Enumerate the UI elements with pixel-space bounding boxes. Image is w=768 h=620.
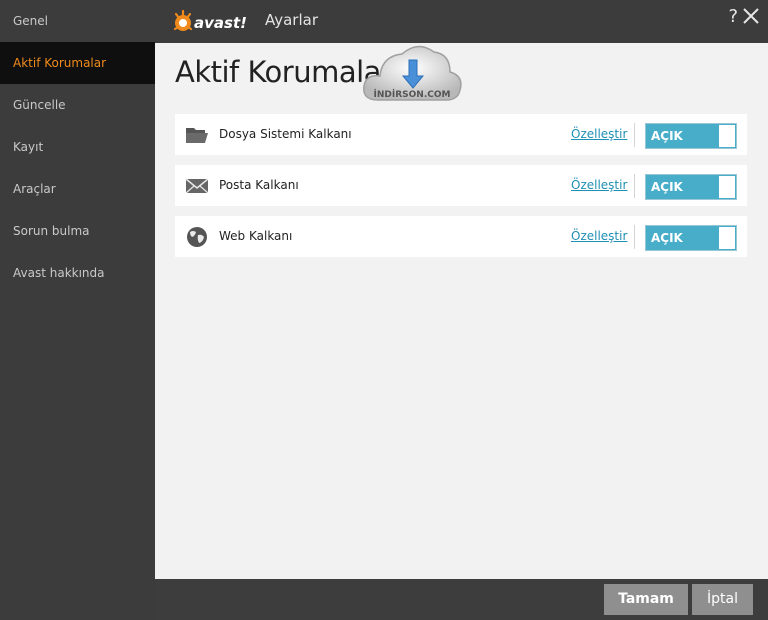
mail-icon bbox=[185, 178, 209, 194]
avast-logo: avast! bbox=[173, 9, 247, 32]
shield-toggle[interactable]: AÇIK bbox=[645, 174, 737, 200]
sidebar-item-aktif-korumalar[interactable]: Aktif Korumalar bbox=[0, 42, 155, 84]
shield-toggle[interactable]: AÇIK bbox=[645, 123, 737, 149]
toggle-knob bbox=[719, 227, 735, 249]
shield-label: Web Kalkanı bbox=[219, 229, 293, 243]
sidebar-item-guncelle[interactable]: Güncelle bbox=[0, 84, 155, 126]
divider bbox=[634, 174, 635, 198]
divider bbox=[634, 225, 635, 249]
toggle-label: AÇIK bbox=[651, 231, 683, 245]
toggle-knob bbox=[719, 125, 735, 147]
sidebar-item-araclar[interactable]: Araçlar bbox=[0, 168, 155, 210]
shield-label: Posta Kalkanı bbox=[219, 178, 299, 192]
ok-button[interactable]: Tamam bbox=[604, 584, 688, 615]
divider bbox=[634, 123, 635, 147]
cancel-button[interactable]: İptal bbox=[692, 584, 753, 615]
customize-link[interactable]: Özelleştir bbox=[571, 127, 627, 141]
shield-row-file-system: Dosya Sistemi Kalkanı Özelleştir AÇIK bbox=[175, 114, 747, 155]
watermark-text: İNDİRSON.COM bbox=[374, 89, 451, 100]
shield-toggle[interactable]: AÇIK bbox=[645, 225, 737, 251]
sidebar-item-kayit[interactable]: Kayıt bbox=[0, 126, 155, 168]
shield-row-web: Web Kalkanı Özelleştir AÇIK bbox=[175, 216, 747, 257]
shield-row-mail: Posta Kalkanı Özelleştir AÇIK bbox=[175, 165, 747, 206]
toggle-knob bbox=[719, 176, 735, 198]
footer-bar: Tamam İptal bbox=[155, 579, 768, 620]
toggle-label: AÇIK bbox=[651, 180, 683, 194]
shield-label: Dosya Sistemi Kalkanı bbox=[219, 127, 352, 141]
sidebar: Genel Aktif Korumalar Güncelle Kayıt Ara… bbox=[0, 0, 155, 620]
sidebar-item-sorun-bulma[interactable]: Sorun bulma bbox=[0, 210, 155, 252]
folder-icon bbox=[186, 128, 208, 143]
customize-link[interactable]: Özelleştir bbox=[571, 178, 627, 192]
sidebar-item-avast-hakkinda[interactable]: Avast hakkında bbox=[0, 252, 155, 294]
customize-link[interactable]: Özelleştir bbox=[571, 229, 627, 243]
logo-text: avast! bbox=[194, 14, 247, 32]
main-panel: Aktif Korumalar İNDİRSON.COM Dosya Siste… bbox=[155, 43, 768, 579]
globe-icon bbox=[187, 227, 207, 247]
toggle-label: AÇIK bbox=[651, 129, 683, 143]
help-button[interactable]: ? bbox=[728, 6, 738, 27]
watermark-logo: İNDİRSON.COM bbox=[363, 45, 462, 101]
close-icon[interactable] bbox=[742, 7, 760, 25]
title-bar: avast! Ayarlar ? bbox=[155, 0, 768, 43]
window-title: Ayarlar bbox=[265, 11, 319, 29]
sidebar-item-genel[interactable]: Genel bbox=[0, 0, 155, 42]
